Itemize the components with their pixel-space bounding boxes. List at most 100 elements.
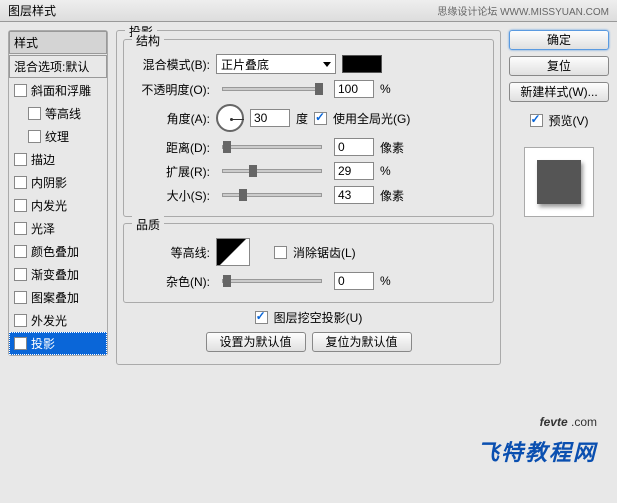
style-checkbox[interactable]	[14, 314, 27, 327]
style-label: 纹理	[45, 128, 69, 145]
preview-checkbox[interactable]	[530, 114, 543, 127]
distance-input[interactable]: 0	[334, 138, 374, 156]
blend-mode-select[interactable]: 正片叠底	[216, 54, 336, 74]
noise-slider[interactable]	[222, 279, 322, 283]
style-item-8[interactable]: 渐变叠加	[9, 263, 107, 286]
blend-mode-value: 正片叠底	[221, 56, 269, 73]
style-item-11[interactable]: 投影	[9, 332, 107, 355]
angle-input[interactable]: 30	[250, 109, 290, 127]
contour-picker[interactable]	[216, 238, 250, 266]
angle-row: 角度(A): 30 度 使用全局光(G)	[130, 104, 487, 132]
color-swatch[interactable]	[342, 55, 382, 73]
preview-label: 预览(V)	[549, 112, 589, 129]
percent-label-2: %	[380, 164, 391, 178]
distance-slider[interactable]	[222, 145, 322, 149]
noise-label: 杂色(N):	[130, 273, 210, 290]
spread-row: 扩展(R): 29 %	[130, 162, 487, 180]
structure-label: 结构	[132, 32, 164, 49]
style-checkbox[interactable]	[28, 107, 41, 120]
watermark-cn: 飞特教程网	[477, 435, 597, 467]
opacity-slider[interactable]	[222, 87, 322, 91]
style-checkbox[interactable]	[14, 245, 27, 258]
watermark-text: 思缘设计论坛 WWW.MISSYUAN.COM	[437, 3, 609, 18]
style-item-6[interactable]: 光泽	[9, 217, 107, 240]
styles-header[interactable]: 样式	[9, 31, 107, 54]
make-default-button[interactable]: 设置为默认值	[206, 332, 306, 352]
spread-label: 扩展(R):	[130, 163, 210, 180]
antialias-checkbox[interactable]	[274, 246, 287, 259]
cancel-button[interactable]: 复位	[509, 56, 609, 76]
style-checkbox[interactable]	[14, 222, 27, 235]
preview-box	[524, 147, 594, 217]
style-label: 斜面和浮雕	[31, 82, 91, 99]
spread-slider[interactable]	[222, 169, 322, 173]
style-checkbox[interactable]	[14, 199, 27, 212]
style-checkbox[interactable]	[14, 337, 27, 350]
style-checkbox[interactable]	[14, 153, 27, 166]
style-label: 等高线	[45, 105, 81, 122]
opacity-label: 不透明度(O):	[130, 81, 210, 98]
quality-label: 品质	[132, 216, 164, 233]
style-label: 描边	[31, 151, 55, 168]
style-item-3[interactable]: 描边	[9, 148, 107, 171]
style-label: 内阴影	[31, 174, 67, 191]
style-label: 投影	[31, 335, 55, 352]
style-label: 图案叠加	[31, 289, 79, 306]
watermark-logo: fevte .com	[540, 401, 597, 433]
shadow-fieldset: 投影 结构 混合模式(B): 正片叠底 不透明度(O): 100 %	[116, 30, 501, 365]
contour-row: 等高线: 消除锯齿(L)	[130, 238, 487, 266]
reset-default-button[interactable]: 复位为默认值	[312, 332, 412, 352]
size-slider[interactable]	[222, 193, 322, 197]
new-style-button[interactable]: 新建样式(W)...	[509, 82, 609, 102]
style-checkbox[interactable]	[14, 176, 27, 189]
style-item-9[interactable]: 图案叠加	[9, 286, 107, 309]
blend-mode-row: 混合模式(B): 正片叠底	[130, 54, 487, 74]
opacity-input[interactable]: 100	[334, 80, 374, 98]
knockout-row: 图层挖空投影(U)	[123, 309, 494, 326]
knockout-checkbox[interactable]	[255, 311, 268, 324]
contour-label: 等高线:	[130, 244, 210, 261]
styles-fieldset: 样式 混合选项:默认 斜面和浮雕等高线纹理描边内阴影内发光光泽颜色叠加渐变叠加图…	[8, 30, 108, 356]
size-input[interactable]: 43	[334, 186, 374, 204]
angle-dial[interactable]	[216, 104, 244, 132]
antialias-label: 消除锯齿(L)	[293, 244, 356, 261]
style-item-2[interactable]: 纹理	[9, 125, 107, 148]
spread-input[interactable]: 29	[334, 162, 374, 180]
style-item-4[interactable]: 内阴影	[9, 171, 107, 194]
noise-row: 杂色(N): 0 %	[130, 272, 487, 290]
noise-input[interactable]: 0	[334, 272, 374, 290]
degree-label: 度	[296, 110, 308, 127]
size-row: 大小(S): 43 像素	[130, 186, 487, 204]
window-title: 图层样式	[8, 2, 56, 19]
blend-options-header[interactable]: 混合选项:默认	[9, 55, 107, 78]
style-list-panel: 样式 混合选项:默认 斜面和浮雕等高线纹理描边内阴影内发光光泽颜色叠加渐变叠加图…	[8, 30, 108, 371]
angle-label: 角度(A):	[130, 110, 210, 127]
preview-swatch	[537, 160, 581, 204]
preview-row: 预览(V)	[509, 112, 609, 129]
style-item-7[interactable]: 颜色叠加	[9, 240, 107, 263]
style-item-10[interactable]: 外发光	[9, 309, 107, 332]
style-checkbox[interactable]	[14, 84, 27, 97]
global-light-label: 使用全局光(G)	[333, 110, 410, 127]
px-label-2: 像素	[380, 187, 404, 204]
quality-fieldset: 品质 等高线: 消除锯齿(L) 杂色(N): 0 %	[123, 223, 494, 303]
global-light-checkbox[interactable]	[314, 112, 327, 125]
right-column: 确定 复位 新建样式(W)... 预览(V)	[509, 30, 609, 371]
style-item-5[interactable]: 内发光	[9, 194, 107, 217]
style-checkbox[interactable]	[14, 291, 27, 304]
px-label-1: 像素	[380, 139, 404, 156]
style-label: 内发光	[31, 197, 67, 214]
center-panel: 投影 结构 混合模式(B): 正片叠底 不透明度(O): 100 %	[116, 30, 501, 371]
style-checkbox[interactable]	[28, 130, 41, 143]
style-item-1[interactable]: 等高线	[9, 102, 107, 125]
titlebar: 图层样式 思缘设计论坛 WWW.MISSYUAN.COM	[0, 0, 617, 22]
ok-button[interactable]: 确定	[509, 30, 609, 50]
percent-label: %	[380, 82, 391, 96]
distance-label: 距离(D):	[130, 139, 210, 156]
structure-fieldset: 结构 混合模式(B): 正片叠底 不透明度(O): 100 % 角	[123, 39, 494, 217]
style-label: 光泽	[31, 220, 55, 237]
defaults-row: 设置为默认值 复位为默认值	[123, 332, 494, 352]
distance-row: 距离(D): 0 像素	[130, 138, 487, 156]
style-item-0[interactable]: 斜面和浮雕	[9, 79, 107, 102]
style-checkbox[interactable]	[14, 268, 27, 281]
